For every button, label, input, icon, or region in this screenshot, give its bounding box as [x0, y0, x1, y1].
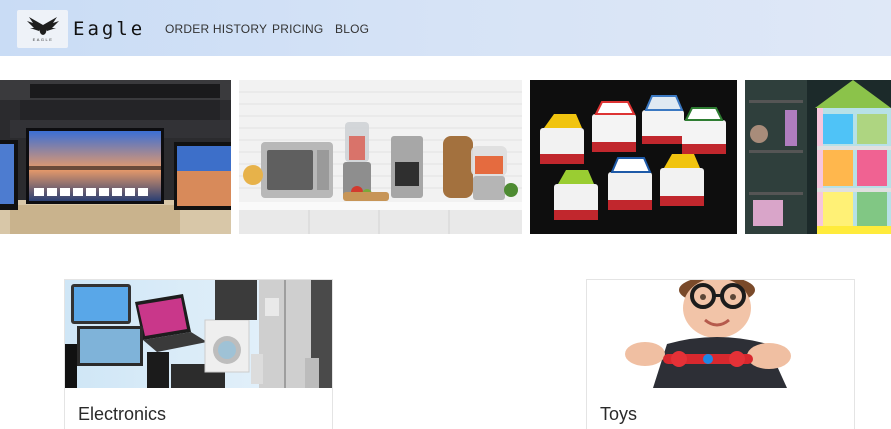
svg-text:EAGLE: EAGLE	[33, 37, 54, 42]
category-card-electronics[interactable]: Electronics	[64, 279, 333, 429]
brand-name: Eagle	[73, 18, 146, 40]
banner-tile-kitchen[interactable]	[239, 80, 522, 234]
eagle-wings-icon: EAGLE	[27, 17, 59, 42]
kitchen-appliances-image	[239, 80, 522, 234]
banner-tile-dollhouse[interactable]	[745, 80, 891, 234]
televisions-showroom-image	[0, 80, 231, 234]
nav-link-blog[interactable]: BLOG	[335, 22, 369, 36]
eagle-logo-icon[interactable]: EAGLE	[17, 10, 68, 48]
dollhouse-toys-image	[745, 80, 891, 234]
top-navbar: EAGLE Eagle ORDER HISTORY PRICING BLOG	[0, 0, 891, 56]
banner-tile-televisions[interactable]	[0, 80, 231, 234]
toy-cars-image	[530, 80, 737, 234]
boy-with-fidget-spinner-image	[587, 280, 854, 388]
banner-tile-toy-cars[interactable]	[530, 80, 737, 234]
electronics-collage-image	[65, 280, 332, 388]
nav-link-pricing[interactable]: PRICING	[272, 22, 323, 36]
category-card-toys[interactable]: Toys	[586, 279, 855, 429]
category-title-toys: Toys	[600, 404, 638, 424]
category-title-electronics: Electronics	[78, 404, 167, 424]
nav-link-order-history[interactable]: ORDER HISTORY	[165, 22, 267, 36]
